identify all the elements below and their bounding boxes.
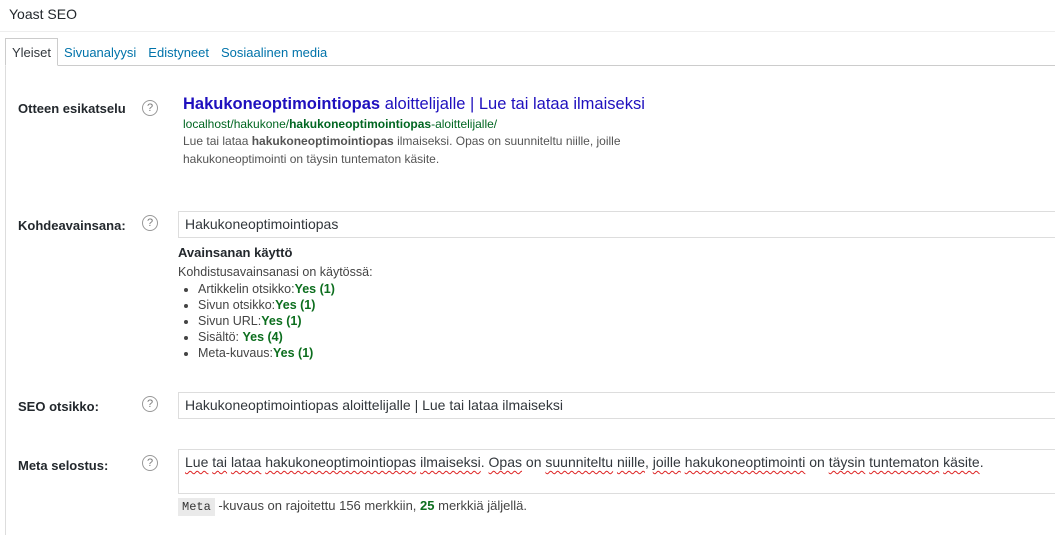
list-item: Meta-kuvaus:Yes (1) <box>198 345 578 361</box>
list-item: Sisältö: Yes (4) <box>198 329 578 345</box>
usage-item-result: Yes (1) <box>273 346 314 360</box>
snippet-title-rest: aloittelijalle | Lue tai lataa ilmaiseks… <box>380 95 645 113</box>
snippet-title[interactable]: Hakukoneoptimointiopas aloittelijalle | … <box>183 94 723 114</box>
spellchecked-word: täysin <box>828 454 866 470</box>
meta-description-label: Meta selostus: <box>18 458 109 473</box>
spellchecked-word: Lue <box>185 454 209 470</box>
keyword-usage-intro: Kohdistusavainsanasi on käytössä: <box>178 265 373 279</box>
focus-keyword-label: Kohdeavainsana: <box>18 218 126 233</box>
tab-bar: Yleiset Sivuanalyysi Edistyneet Sosiaali… <box>5 38 333 66</box>
help-icon-focus-keyword[interactable]: ? <box>142 215 158 231</box>
spellchecked-word: joille <box>652 454 681 470</box>
usage-item-result: Yes (1) <box>294 282 335 296</box>
snippet-preview-label: Otteen esikatselu <box>18 101 126 116</box>
keyword-usage-list: Artikkelin otsikko:Yes (1) Sivun otsikko… <box>178 281 578 361</box>
meta-description-textarea[interactable]: Lue tai lataa hakukoneoptimointiopas ilm… <box>178 449 1055 494</box>
spellchecked-word: hakukoneoptimointi <box>684 454 806 470</box>
tab-edistyneet[interactable]: Edistyneet <box>142 38 215 66</box>
usage-item-label: Artikkelin otsikko: <box>198 282 295 296</box>
meta-code-tag: Meta <box>178 498 215 516</box>
snippet-url-suffix: -aloittelijalle/ <box>431 117 498 131</box>
snippet-description[interactable]: Lue tai lataa hakukoneoptimointiopas ilm… <box>183 132 683 168</box>
content-border <box>5 65 6 535</box>
seo-title-input[interactable]: Hakukoneoptimointiopas aloittelijalle | … <box>178 392 1055 419</box>
focus-keyword-input[interactable]: Hakukoneoptimointiopas <box>178 211 1055 238</box>
spellchecked-word: suunniteltu <box>545 454 614 470</box>
panel-title: Yoast SEO <box>9 6 77 22</box>
seo-title-label: SEO otsikko: <box>18 399 99 414</box>
usage-item-label: Sivun URL: <box>198 314 262 328</box>
spellchecked-word: tuntematon <box>869 454 940 470</box>
list-item: Artikkelin otsikko:Yes (1) <box>198 281 578 297</box>
usage-item-label: Sivun otsikko: <box>198 298 276 312</box>
snippet-url-prefix: localhost/hakukone/ <box>183 117 290 131</box>
snippet-desc-prefix: Lue tai lataa <box>183 134 252 148</box>
counter-text: -kuvaus on rajoitettu 156 merkkiin, <box>214 498 421 513</box>
help-icon-snippet[interactable]: ? <box>142 100 158 116</box>
spellchecked-word: tai <box>212 454 228 470</box>
text-segment: on <box>522 454 546 470</box>
divider <box>0 31 1055 32</box>
text-segment: on <box>805 454 829 470</box>
spellchecked-word: Opas <box>488 454 523 470</box>
spellchecked-word: käsite <box>943 454 980 470</box>
help-icon-seo-title[interactable]: ? <box>142 396 158 412</box>
counter-remaining: 25 <box>420 498 435 513</box>
counter-suffix: merkkiä jäljellä. <box>434 498 527 513</box>
spellchecked-word: lataa <box>230 454 262 470</box>
snippet-title-keyword: Hakukoneoptimointiopas <box>183 95 381 113</box>
usage-item-result: Yes (1) <box>261 314 302 328</box>
help-icon-meta-description[interactable]: ? <box>142 455 158 471</box>
tab-sivuanalyysi[interactable]: Sivuanalyysi <box>58 38 142 66</box>
text-segment: , <box>645 454 653 470</box>
spellchecked-word: ilmaiseksi <box>420 454 481 470</box>
yoast-seo-panel: Yoast SEO Yleiset Sivuanalyysi Edistynee… <box>0 0 1055 535</box>
tab-divider <box>5 65 1055 66</box>
snippet-url[interactable]: localhost/hakukone/hakukoneoptimointiopa… <box>183 117 723 131</box>
list-item: Sivun otsikko:Yes (1) <box>198 297 578 313</box>
text-segment: . <box>480 454 489 470</box>
tab-sosiaalinen-media[interactable]: Sosiaalinen media <box>215 38 333 66</box>
spellchecked-word: hakukoneoptimointiopas <box>265 454 417 470</box>
usage-item-result: Yes (4) <box>242 330 283 344</box>
tab-yleiset[interactable]: Yleiset <box>5 38 59 66</box>
usage-item-label: Meta-kuvaus: <box>198 346 274 360</box>
snippet-preview[interactable]: Hakukoneoptimointiopas aloittelijalle | … <box>183 94 723 168</box>
usage-item-result: Yes (1) <box>275 298 316 312</box>
keyword-usage-title: Avainsanan käyttö <box>178 245 293 260</box>
snippet-desc-keyword: hakukoneoptimointiopas <box>251 134 394 148</box>
spellchecked-word: niille <box>616 454 645 470</box>
snippet-url-keyword: hakukoneoptimointiopas <box>289 117 432 131</box>
meta-character-counter: Meta -kuvaus on rajoitettu 156 merkkiin,… <box>178 498 527 516</box>
usage-item-label: Sisältö: <box>198 330 243 344</box>
keyword-usage: Avainsanan käyttö Kohdistusavainsanasi o… <box>178 245 578 361</box>
list-item: Sivun URL:Yes (1) <box>198 313 578 329</box>
text-segment: . <box>979 454 984 470</box>
